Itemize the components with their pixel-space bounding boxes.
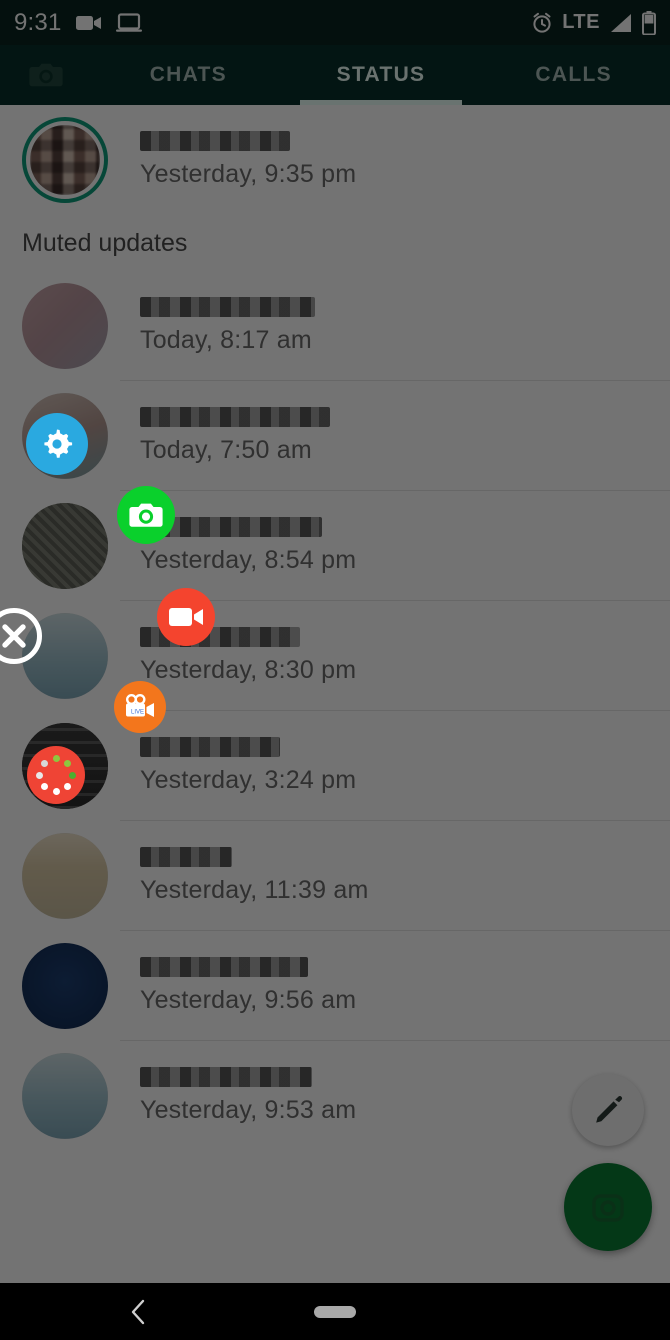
list-item[interactable]: Yesterday, 11:39 am [0,821,670,931]
battery-icon [642,10,656,35]
contact-name-redacted [140,847,232,867]
status-timestamp: Yesterday, 11:39 am [140,876,369,904]
tab-chats-label: CHATS [149,63,227,86]
back-chevron-icon[interactable] [128,1298,148,1326]
pencil-icon [591,1093,625,1127]
muted-updates-header: Muted updates [0,215,670,271]
status-timestamp: Today, 8:17 am [140,326,312,354]
avatar[interactable] [22,503,108,589]
camera-icon [29,61,63,89]
list-item[interactable]: Yesterday, 9:56 am [0,931,670,1041]
dot-ring [36,755,76,795]
tab-calls-label: CALLS [535,63,612,86]
contact-name-redacted [140,407,330,427]
camera-tab-button[interactable] [0,45,92,105]
list-item[interactable]: Today, 8:17 am [0,271,670,381]
loading-dots-icon[interactable] [27,746,85,804]
status-list: Yesterday, 9:35 pm Muted updates Today, … [0,105,670,1151]
list-item[interactable]: Today, 7:50 am [0,381,670,491]
laptop-icon [115,12,142,33]
tab-chats[interactable]: CHATS [92,45,285,105]
contact-name-redacted [140,131,290,151]
gear-icon[interactable] [26,413,88,475]
status-timestamp: Yesterday, 9:56 am [140,986,357,1014]
camera-icon [587,1188,629,1226]
movie-camera-icon[interactable]: LIVE [114,681,166,733]
new-status-camera-fab[interactable] [564,1163,652,1251]
status-timestamp: Today, 7:50 am [140,436,312,464]
list-item[interactable]: Yesterday, 9:35 pm [0,105,670,215]
avatar[interactable] [22,1053,108,1139]
list-item[interactable]: Yesterday, 8:54 pm [0,491,670,601]
status-timestamp: Yesterday, 9:35 pm [140,160,357,188]
home-pill-indicator[interactable] [314,1305,356,1318]
svg-text:LIVE: LIVE [131,710,144,716]
video-camera-icon [75,14,102,32]
app-screen: 9:31 LTE CHATS STATUS CALLS Yesterday, 9… [0,0,670,1283]
network-type-label: LTE [562,11,600,33]
tab-status[interactable]: STATUS [285,45,478,105]
system-navigation-bar [0,1283,670,1340]
edit-status-fab[interactable] [572,1074,644,1146]
contact-name-redacted [140,297,315,317]
tab-status-label: STATUS [336,63,426,86]
system-status-bar: 9:31 LTE [0,0,670,45]
status-timestamp: Yesterday, 8:30 pm [140,656,357,684]
contact-name-redacted [140,957,308,977]
status-timestamp: Yesterday, 3:24 pm [140,766,357,794]
alarm-icon [531,12,553,34]
top-tab-bar: CHATS STATUS CALLS [0,45,670,105]
contact-name-redacted [140,737,280,757]
tab-calls[interactable]: CALLS [477,45,670,105]
list-item[interactable]: Yesterday, 9:53 am [0,1041,670,1151]
avatar[interactable] [22,117,108,203]
contact-name-redacted [140,1067,312,1087]
avatar[interactable] [22,833,108,919]
signal-icon [609,13,633,33]
avatar[interactable] [22,943,108,1029]
video-camera-icon[interactable] [157,588,215,646]
list-item[interactable]: Yesterday, 8:30 pm [0,601,670,711]
status-timestamp: Yesterday, 9:53 am [140,1096,357,1124]
camera-icon[interactable] [117,486,175,544]
avatar[interactable] [22,283,108,369]
status-bar-clock: 9:31 [14,8,62,36]
list-item[interactable]: Yesterday, 3:24 pm [0,711,670,821]
status-timestamp: Yesterday, 8:54 pm [140,546,357,574]
